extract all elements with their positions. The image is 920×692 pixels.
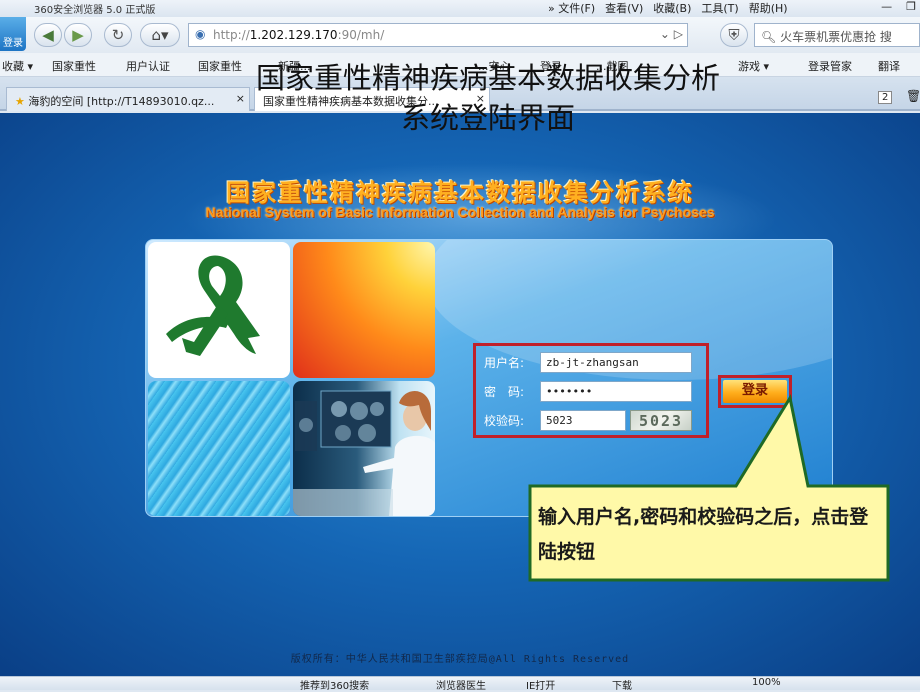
back-icon[interactable]: ◀ [34, 23, 62, 47]
minimize-icon[interactable]: — [881, 0, 892, 13]
home-icon[interactable]: ⌂▾ [140, 23, 180, 47]
address-bar[interactable]: ◉ http://1.202.129.170:90/mh/ ⌄ ▷ [188, 23, 688, 47]
tab-count-icon[interactable]: 2 [878, 91, 893, 104]
restore-icon[interactable]: ❐ [906, 0, 916, 13]
star-icon: ★ [15, 95, 25, 108]
close-icon[interactable]: × [236, 92, 245, 105]
captcha-input[interactable]: 5023 [540, 410, 626, 431]
login-page: 国家重性精神疾病基本数据收集分析系统 National System of Ba… [0, 113, 920, 676]
status-bar: 推荐到360搜索 浏览器医生 IE打开 下载 100% [0, 676, 920, 692]
favorites-menu[interactable]: 收藏 ▾ [2, 58, 33, 74]
doctor-xray-image [293, 381, 435, 516]
system-title-en: National System of Basic Information Col… [205, 204, 715, 220]
refresh-icon[interactable]: ↻ [104, 23, 132, 47]
green-ribbon-image [148, 242, 290, 378]
login-button[interactable]: 登录 [723, 380, 787, 403]
browser-title-bar: 360安全浏览器 5.0 正式版 » 文件(F) 查看(V) 收藏(B) 工具(… [0, 0, 920, 17]
fav-translate[interactable]: 翻译 [878, 58, 900, 74]
search-input[interactable]: 🔍︎ 火车票机票优惠抢 搜 [754, 23, 920, 47]
address-url: http://1.202.129.170:90/mh/ [213, 28, 385, 42]
password-label: 密 码: [484, 385, 525, 399]
menu-view[interactable]: 查看(V) [605, 0, 643, 16]
fav-item-3[interactable]: 国家重性 [198, 58, 242, 74]
account-login-badge[interactable]: 登录 [0, 17, 26, 51]
captcha-image[interactable]: 5023 [630, 410, 692, 431]
username-label: 用户名: [484, 356, 525, 370]
shield-icon[interactable]: ⛨ [720, 23, 748, 47]
menu-favorites[interactable]: 收藏(B) [653, 0, 691, 16]
fav-item-1[interactable]: 国家重性 [52, 58, 96, 74]
search-button[interactable]: 搜 [880, 30, 892, 44]
forward-icon[interactable]: ▶ [64, 23, 92, 47]
menu-file[interactable]: » 文件(F) [548, 0, 595, 16]
orange-gradient-image [293, 242, 435, 378]
cyan-stripes-image [148, 381, 290, 516]
status-zoom[interactable]: 100% [752, 677, 781, 688]
system-title-cn: 国家重性精神疾病基本数据收集分析系统 [226, 178, 694, 207]
browser-menu: » 文件(F) 查看(V) 收藏(B) 工具(T) 帮助(H) [548, 0, 788, 16]
menu-help[interactable]: 帮助(H) [749, 0, 788, 16]
trash-icon[interactable]: 🗑︎ [906, 89, 920, 103]
fav-item-2[interactable]: 用户认证 [126, 58, 170, 74]
fav-login-manager[interactable]: 登录管家 [808, 58, 852, 74]
username-input[interactable]: zb-jt-zhangsan [540, 352, 692, 373]
captcha-label: 校验码: [484, 414, 525, 428]
credentials-highlight: 用户名: zb-jt-zhangsan 密 码: ••••••• 校验码: 50… [473, 343, 709, 438]
fav-games[interactable]: 游戏 ▾ [738, 58, 769, 74]
navigation-bar: 登录 ◀ ▶ ↻ ⌂▾ ◉ http://1.202.129.170:90/mh… [0, 17, 920, 53]
login-panel: 用户名: zb-jt-zhangsan 密 码: ••••••• 校验码: 50… [145, 239, 833, 517]
address-dropdown-icon[interactable]: ⌄ ▷ [660, 27, 683, 41]
password-input[interactable]: ••••••• [540, 381, 692, 402]
search-icon: 🔍︎ [761, 30, 777, 44]
login-button-highlight: 登录 [718, 375, 792, 408]
callout-text: 输入用户名,密码和校验码之后，点击登陆按钮 [538, 506, 869, 563]
browser-app-title: 360安全浏览器 5.0 正式版 [34, 5, 156, 16]
page-icon: ◉ [195, 27, 206, 41]
menu-tools[interactable]: 工具(T) [701, 0, 738, 16]
copyright-footer: 版权所有：中华人民共和国卫生部疾控局@All Rights Reserved [290, 654, 630, 665]
window-controls: — ❐ [881, 0, 916, 13]
slide-title: 国家重性精神疾病基本数据收集分析系统登陆界面 [255, 61, 720, 135]
tab-qzone[interactable]: ★ 海豹的空间 [http://T14893010.qz... × [6, 87, 250, 111]
